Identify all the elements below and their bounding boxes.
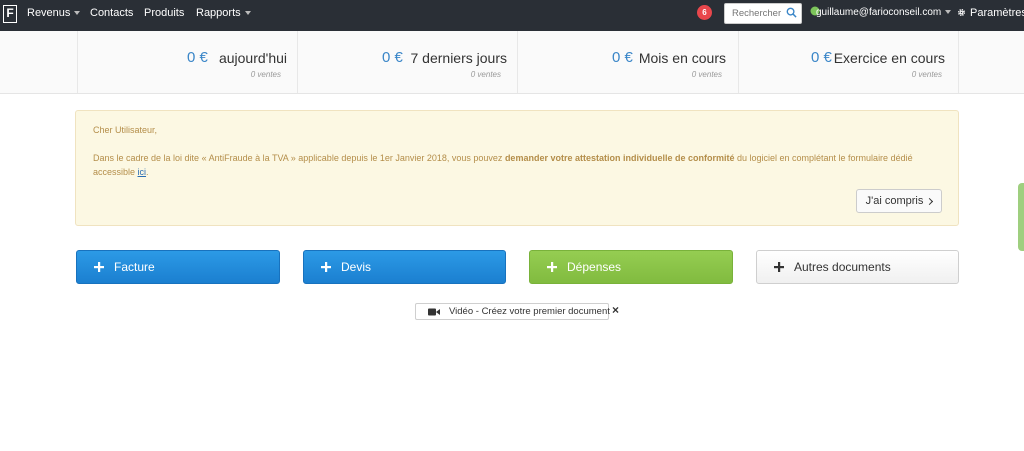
- stat-label: Mois en cours: [638, 50, 726, 66]
- caret-down-icon: [244, 11, 251, 16]
- new-invoice-button[interactable]: Facture: [76, 250, 280, 284]
- stat-amount: 0 €: [382, 49, 403, 66]
- stat-fiscal-year: 0 € Exercice en cours 0 ventes: [738, 31, 959, 93]
- stat-sub: 0 ventes: [691, 70, 722, 79]
- stat-sub: 0 ventes: [250, 70, 281, 79]
- top-navbar: F Revenus Contacts Produits Rapports 6 g…: [0, 0, 1024, 31]
- sales-stats-bar: 0 € aujourd'hui 0 ventes 0 € 7 derniers …: [0, 31, 1024, 94]
- stat-sub: 0 ventes: [911, 70, 942, 79]
- search-input[interactable]: [725, 4, 785, 23]
- plus-icon: [94, 262, 104, 272]
- alert-link[interactable]: ici: [138, 167, 147, 177]
- caret-down-icon: [74, 11, 81, 16]
- nav-revenus[interactable]: Revenus: [27, 0, 81, 31]
- stat-month: 0 € Mois en cours 0 ventes: [517, 31, 738, 93]
- video-camera-icon: [428, 308, 440, 316]
- new-quote-button[interactable]: Devis: [303, 250, 506, 284]
- plus-icon: [774, 262, 784, 272]
- plus-icon: [321, 262, 331, 272]
- close-icon[interactable]: ×: [612, 303, 619, 318]
- user-menu[interactable]: guillaume@farioconseil.com: [816, 0, 952, 31]
- stat-7-days: 0 € 7 derniers jours 0 ventes: [297, 31, 517, 93]
- nav-rapports[interactable]: Rapports: [196, 0, 251, 31]
- plus-icon: [547, 262, 557, 272]
- notification-badge[interactable]: 6: [697, 5, 712, 20]
- alert-body: Dans le cadre de la loi dite « AntiFraud…: [93, 153, 913, 177]
- search-box: [724, 3, 802, 24]
- stat-amount: 0 €: [187, 49, 208, 66]
- acknowledge-button[interactable]: J'ai compris: [856, 189, 942, 213]
- video-tutorial-button[interactable]: Vidéo - Créez votre premier document: [415, 303, 610, 320]
- stat-label: aujourd'hui: [218, 50, 287, 66]
- side-feedback-tab[interactable]: [1018, 183, 1024, 251]
- other-documents-button[interactable]: Autres documents: [756, 250, 959, 284]
- search-icon[interactable]: [786, 7, 797, 18]
- stat-amount: 0 €: [612, 49, 633, 66]
- alert-bold-text: demander votre attestation individuelle …: [504, 153, 735, 163]
- alert-greeting: Cher Utilisateur,: [93, 125, 158, 135]
- new-expense-button[interactable]: Dépenses: [529, 250, 733, 284]
- settings-menu[interactable]: Paramètres: [957, 0, 1024, 31]
- antifraud-alert: Cher Utilisateur, Dans le cadre de la lo…: [75, 110, 959, 226]
- stat-sub: 0 ventes: [470, 70, 501, 79]
- stat-today: 0 € aujourd'hui 0 ventes: [77, 31, 297, 93]
- app-logo[interactable]: F: [3, 5, 17, 23]
- stat-label: 7 derniers jours: [410, 50, 508, 66]
- stat-amount: 0 €: [811, 49, 832, 66]
- gear-icon: [957, 8, 966, 17]
- nav-produits[interactable]: Produits: [144, 0, 184, 31]
- chevron-right-icon: [926, 197, 934, 206]
- nav-contacts[interactable]: Contacts: [90, 0, 133, 31]
- stat-label: Exercice en cours: [833, 50, 945, 66]
- caret-down-icon: [945, 10, 952, 15]
